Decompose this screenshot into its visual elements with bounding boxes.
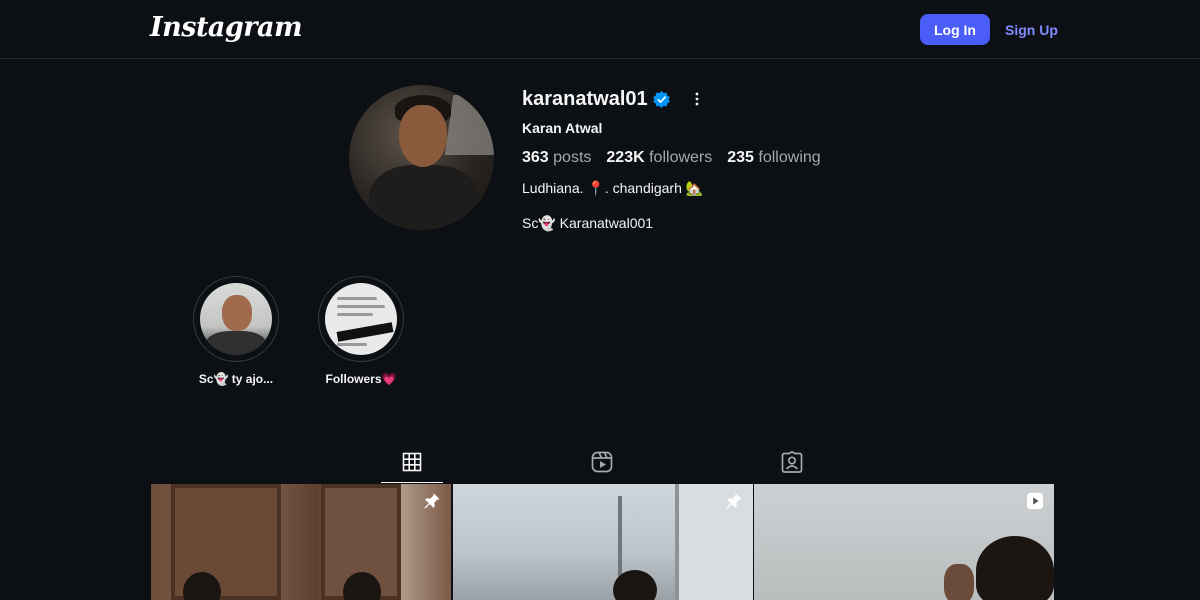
- tab-posts[interactable]: [381, 440, 443, 484]
- profile-username: karanatwal01: [522, 88, 648, 110]
- highlight-ring: [318, 276, 404, 362]
- avatar-background: [444, 95, 494, 155]
- signup-link[interactable]: Sign Up: [1005, 22, 1058, 38]
- pin-icon: [726, 493, 742, 509]
- followers-stat[interactable]: 223K followers: [606, 149, 712, 167]
- top-bar: Instagram Log In Sign Up: [0, 0, 1200, 59]
- following-count: 235: [727, 149, 754, 166]
- highlight-label: Followers💗: [325, 372, 397, 386]
- pin-icon: [424, 493, 440, 509]
- posts-count: 363: [522, 149, 549, 166]
- profile-full-name: Karan Atwal: [522, 120, 603, 136]
- reel-play-icon: [1026, 492, 1044, 510]
- reels-icon: [591, 451, 613, 473]
- verified-badge-icon: [653, 90, 670, 109]
- highlight-ring: [193, 276, 279, 362]
- bio-snapchat: Sc👻 Karanatwal001: [522, 215, 654, 231]
- followers-count: 223K: [606, 149, 645, 166]
- instagram-logo[interactable]: Instagram: [150, 12, 303, 43]
- tab-tagged[interactable]: [761, 440, 823, 484]
- highlight-thumbnail: [200, 283, 272, 355]
- bio-location: Ludhiana. 📍. chandigarh 🏡: [522, 180, 704, 196]
- followers-label: followers: [649, 149, 713, 166]
- grid-icon: [402, 452, 422, 472]
- highlight-thumbnail: [325, 283, 397, 355]
- posts-label: posts: [553, 149, 592, 166]
- story-highlight[interactable]: Sc👻 ty ajo...: [193, 276, 279, 386]
- post-thumbnail[interactable]: [151, 484, 451, 600]
- more-options-icon[interactable]: [691, 91, 703, 107]
- following-stat[interactable]: 235 following: [727, 149, 820, 167]
- posts-stat[interactable]: 363 posts: [522, 149, 591, 167]
- post-thumbnail[interactable]: [453, 484, 753, 600]
- avatar-shirt: [369, 165, 479, 230]
- profile-tabs: [150, 440, 1054, 484]
- posts-grid: [151, 484, 1054, 600]
- following-label: following: [758, 149, 821, 166]
- tab-reels[interactable]: [571, 440, 633, 484]
- avatar-face: [399, 105, 447, 167]
- tagged-icon: [781, 451, 803, 473]
- profile-stats: 363 posts 223K followers 235 following: [522, 149, 821, 167]
- highlight-label: Sc👻 ty ajo...: [198, 372, 274, 386]
- login-button[interactable]: Log In: [920, 14, 990, 45]
- post-thumbnail[interactable]: [754, 484, 1054, 600]
- profile-avatar[interactable]: [349, 85, 494, 230]
- story-highlight[interactable]: Followers💗: [318, 276, 404, 386]
